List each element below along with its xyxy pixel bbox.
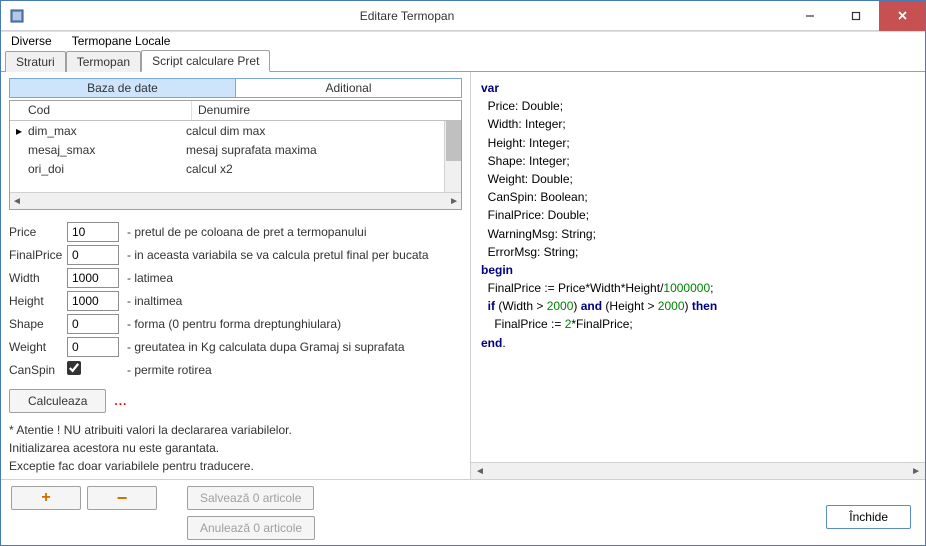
grid-body: ▸ dim_max calcul dim max mesaj_smax mesa…	[10, 121, 461, 192]
grid-cell-cod: mesaj_smax	[22, 143, 180, 157]
notes: * Atentie ! NU atribuiti valori la decla…	[9, 421, 462, 475]
scroll-right-icon[interactable]: ►	[449, 196, 459, 207]
table-row[interactable]: ▸ dim_max calcul dim max	[10, 121, 461, 140]
height-input[interactable]	[67, 291, 119, 311]
window-title: Editare Termopan	[27, 9, 787, 23]
content: Baza de date Aditional Cod Denumire ▸ di…	[1, 72, 925, 479]
tab-termopan[interactable]: Termopan	[66, 51, 141, 72]
subtab-baza-de-date[interactable]: Baza de date	[9, 78, 235, 98]
price-desc: - pretul de pe coloana de pret a termopa…	[127, 225, 367, 239]
shape-input[interactable]	[67, 314, 119, 334]
grid-cell-den: calcul x2	[180, 162, 461, 176]
grid-header-cod[interactable]: Cod	[22, 101, 192, 120]
minimize-button[interactable]	[787, 1, 833, 31]
menubar: Diverse Termopane Locale	[1, 31, 925, 50]
right-panel: var Price: Double; Width: Integer; Heigh…	[471, 72, 925, 479]
grid-vertical-scrollbar[interactable]	[444, 121, 461, 192]
add-button[interactable]: +	[11, 486, 81, 510]
subtab-aditional[interactable]: Aditional	[235, 78, 462, 98]
finalprice-desc: - in aceasta variabila se va calcula pre…	[127, 248, 429, 262]
weight-desc: - greutatea in Kg calculata dupa Gramaj …	[127, 340, 405, 354]
finalprice-label: FinalPrice	[9, 248, 67, 262]
weight-input[interactable]	[67, 337, 119, 357]
height-desc: - inaltimea	[127, 294, 182, 308]
cancel-articles-button[interactable]: Anulează 0 articole	[187, 516, 315, 540]
canspin-checkbox[interactable]	[67, 361, 81, 375]
scroll-left-icon[interactable]: ◄	[12, 196, 22, 207]
grid-cell-cod: ori_doi	[22, 162, 180, 176]
scroll-thumb[interactable]	[446, 121, 461, 161]
width-label: Width	[9, 271, 67, 285]
tab-script-calculare-pret[interactable]: Script calculare Pret	[141, 50, 270, 72]
width-desc: - latimea	[127, 271, 173, 285]
grid-cell-den: mesaj suprafata maxima	[180, 143, 461, 157]
left-panel: Baza de date Aditional Cod Denumire ▸ di…	[1, 72, 471, 479]
weight-label: Weight	[9, 340, 67, 354]
note-line: Initializarea acestora nu este garantata…	[9, 439, 462, 457]
canspin-label: CanSpin	[9, 363, 67, 377]
code-editor[interactable]: var Price: Double; Width: Integer; Heigh…	[471, 72, 925, 462]
code-horizontal-scrollbar[interactable]: ◄ ►	[471, 462, 925, 479]
close-button[interactable]	[879, 1, 925, 31]
form: Price - pretul de pe coloana de pret a t…	[9, 220, 462, 381]
titlebar: Editare Termopan	[1, 1, 925, 31]
grid-cell-cod: dim_max	[22, 124, 180, 138]
save-articles-button[interactable]: Salvează 0 articole	[187, 486, 314, 510]
grid-horizontal-scrollbar[interactable]: ◄ ►	[10, 192, 461, 209]
calculeaza-button[interactable]: Calculeaza	[9, 389, 106, 413]
grid-cell-den: calcul dim max	[180, 124, 461, 138]
scroll-left-icon[interactable]: ◄	[475, 466, 485, 477]
table-row[interactable]: mesaj_smax mesaj suprafata maxima	[10, 140, 461, 159]
note-line: * Atentie ! NU atribuiti valori la decla…	[9, 421, 462, 439]
table-row[interactable]: ori_doi calcul x2	[10, 159, 461, 178]
shape-label: Shape	[9, 317, 67, 331]
finalprice-input[interactable]	[67, 245, 119, 265]
menu-termopane-locale[interactable]: Termopane Locale	[68, 32, 175, 50]
price-input[interactable]	[67, 222, 119, 242]
shape-desc: - forma (0 pentru forma dreptunghiulara)	[127, 317, 341, 331]
app-icon	[7, 6, 27, 26]
grid-header: Cod Denumire	[10, 101, 461, 121]
subtabs: Baza de date Aditional	[9, 78, 462, 98]
note-line: Exceptie fac doar variabilele pentru tra…	[9, 457, 462, 475]
tabs: Straturi Termopan Script calculare Pret	[1, 50, 925, 72]
row-indicator-icon: ▸	[10, 124, 22, 138]
grid-header-denumire[interactable]: Denumire	[192, 101, 444, 120]
height-label: Height	[9, 294, 67, 308]
width-input[interactable]	[67, 268, 119, 288]
window: Editare Termopan Diverse Termopane Local…	[0, 0, 926, 546]
footer: + − Salvează 0 articole Anulează 0 artic…	[1, 479, 925, 545]
scroll-right-icon[interactable]: ►	[911, 466, 921, 477]
remove-button[interactable]: −	[87, 486, 157, 510]
data-grid: Cod Denumire ▸ dim_max calcul dim max me…	[9, 100, 462, 210]
inchide-button[interactable]: Închide	[826, 505, 911, 529]
calc-status-dots: ...	[114, 394, 127, 408]
price-label: Price	[9, 225, 67, 239]
menu-diverse[interactable]: Diverse	[7, 32, 56, 50]
tab-straturi[interactable]: Straturi	[5, 51, 66, 72]
maximize-button[interactable]	[833, 1, 879, 31]
canspin-desc: - permite rotirea	[127, 363, 212, 377]
